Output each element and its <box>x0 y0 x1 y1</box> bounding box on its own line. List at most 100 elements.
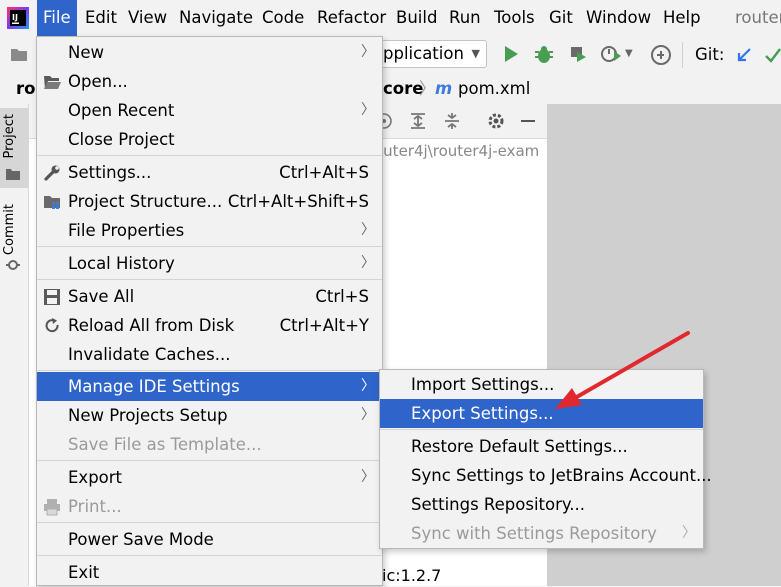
breadcrumb-module[interactable]: core <box>383 74 423 104</box>
svg-text:IJ: IJ <box>12 13 18 22</box>
menu-item-invalidate-caches[interactable]: Invalidate Caches... <box>37 340 382 369</box>
main-menubar: IJ File Edit View Navigate Code Refactor… <box>0 0 781 36</box>
gear-icon[interactable] <box>486 111 506 131</box>
menu-item-label: Project Structure... <box>68 192 223 211</box>
menu-item-new-projects-setup[interactable]: New Projects Setup 〉 <box>37 401 382 430</box>
debug-icon[interactable] <box>534 44 554 64</box>
menu-separator <box>380 429 703 430</box>
menu-item-power-save-mode[interactable]: Power Save Mode <box>37 525 382 554</box>
menu-item-label: Import Settings... <box>411 375 555 394</box>
menu-item-label: Print... <box>68 497 122 516</box>
chevron-right-icon: 〉 <box>361 469 375 485</box>
git-label: Git: <box>695 45 725 64</box>
menu-window[interactable]: Window <box>586 0 651 36</box>
menu-item-sync-settings-jetbrains[interactable]: Sync Settings to JetBrains Account... <box>380 461 712 490</box>
expand-all-icon[interactable] <box>408 111 428 131</box>
menu-item-save-file-as-template: Save File as Template... <box>37 430 382 459</box>
menu-item-settings-repository[interactable]: Settings Repository... <box>380 490 703 519</box>
folder-icon <box>6 169 20 180</box>
chevron-right-icon: 〉 <box>361 102 375 118</box>
menu-git[interactable]: Git <box>549 0 573 36</box>
printer-icon <box>44 499 60 516</box>
menu-item-save-all[interactable]: Save All Ctrl+S <box>37 282 382 311</box>
hide-icon[interactable] <box>519 111 537 131</box>
menu-item-label: Close Project <box>68 130 175 149</box>
menu-item-label: Open... <box>68 72 128 91</box>
open-folder-toolbar-icon[interactable] <box>10 46 28 62</box>
folder-open-icon <box>44 76 61 89</box>
menu-item-file-properties[interactable]: File Properties 〉 <box>37 216 382 245</box>
git-update-icon[interactable] <box>735 46 753 64</box>
git-commit-icon[interactable] <box>764 46 781 64</box>
menu-edit[interactable]: Edit <box>85 0 117 36</box>
menu-separator <box>37 370 382 371</box>
menu-item-label: Settings... <box>68 163 152 182</box>
menu-item-label: Reload All from Disk <box>68 316 235 335</box>
menu-item-label: Export <box>68 468 123 487</box>
menu-item-label: Open Recent <box>68 101 175 120</box>
menu-item-local-history[interactable]: Local History 〉 <box>37 249 382 278</box>
menu-item-label: Save All <box>68 287 135 306</box>
menu-separator <box>37 155 382 156</box>
menu-separator <box>37 246 382 247</box>
menu-help[interactable]: Help <box>663 0 701 36</box>
run-configuration-select[interactable]: pplication ▼ <box>370 40 487 68</box>
run-icon[interactable] <box>503 45 519 63</box>
wrench-icon <box>44 165 60 181</box>
menu-item-close-project[interactable]: Close Project <box>37 125 382 154</box>
menu-item-sync-with-settings-repository: Sync with Settings Repository 〉 <box>380 519 703 548</box>
tab-commit[interactable]: Commit <box>0 200 28 280</box>
chevron-right-icon: 〉 <box>361 378 375 394</box>
chevron-right-icon: 〉 <box>361 255 375 271</box>
menu-item-label: New Projects Setup <box>68 406 228 425</box>
menu-item-open[interactable]: Open... <box>37 67 382 96</box>
menu-item-settings[interactable]: Settings... Ctrl+Alt+S <box>37 158 382 187</box>
menu-navigate[interactable]: Navigate <box>179 0 253 36</box>
chevron-down-icon[interactable]: ▼ <box>625 48 633 59</box>
coverage-icon[interactable] <box>568 44 588 64</box>
commit-icon <box>6 260 20 270</box>
menu-file[interactable]: File <box>37 0 77 36</box>
menu-item-label: Settings Repository... <box>411 495 586 514</box>
menu-tools[interactable]: Tools <box>494 0 535 36</box>
menu-item-shortcut: Ctrl+Alt+Y <box>279 316 369 335</box>
save-icon <box>44 289 60 305</box>
menu-item-label: New <box>68 43 104 62</box>
menu-item-open-recent[interactable]: Open Recent 〉 <box>37 96 382 125</box>
tab-project[interactable]: Project <box>0 108 28 188</box>
menu-item-restore-default-settings[interactable]: Restore Default Settings... <box>380 432 703 461</box>
profile-icon[interactable] <box>600 44 622 64</box>
chevron-right-icon: 〉 <box>361 222 375 238</box>
project-path: outer4j\router4j-exam <box>374 142 540 160</box>
menu-build[interactable]: Build <box>396 0 437 36</box>
menu-item-shortcut: Ctrl+Alt+S <box>279 163 369 182</box>
menu-item-label: Power Save Mode <box>68 530 214 549</box>
menu-item-reload-all[interactable]: Reload All from Disk Ctrl+Alt+Y <box>37 311 382 340</box>
menu-item-label: File Properties <box>68 221 185 240</box>
tab-project-label: Project <box>2 114 17 159</box>
menu-refactor[interactable]: Refactor <box>317 0 386 36</box>
menu-item-manage-ide-settings[interactable]: Manage IDE Settings 〉 <box>37 372 382 401</box>
menu-separator <box>37 460 382 461</box>
chevron-right-icon: 〉 <box>682 525 696 541</box>
project-structure-icon <box>44 196 60 209</box>
menu-item-exit[interactable]: Exit <box>37 558 382 587</box>
annotation-arrow-icon <box>555 331 690 409</box>
menu-view[interactable]: View <box>128 0 167 36</box>
dependency-entry[interactable]: ic:1.2.7 <box>382 566 441 585</box>
window-title: router <box>735 8 781 27</box>
breadcrumb-file[interactable]: pom.xml <box>458 74 530 104</box>
menu-item-label: Sync Settings to JetBrains Account... <box>411 466 712 485</box>
reload-icon <box>45 318 59 333</box>
collapse-all-icon[interactable] <box>442 111 462 131</box>
menu-item-export[interactable]: Export 〉 <box>37 463 382 492</box>
menu-code[interactable]: Code <box>262 0 304 36</box>
menu-item-project-structure[interactable]: Project Structure... Ctrl+Alt+Shift+S <box>37 187 382 216</box>
menu-item-label: Export Settings... <box>411 404 554 423</box>
stop-icon[interactable] <box>650 44 672 66</box>
menu-item-new[interactable]: New 〉 <box>37 38 382 67</box>
breadcrumb-separator: 〉 <box>419 79 436 98</box>
intellij-logo-icon[interactable]: IJ <box>7 7 29 29</box>
toolbar-divider <box>682 42 683 68</box>
menu-run[interactable]: Run <box>449 0 481 36</box>
